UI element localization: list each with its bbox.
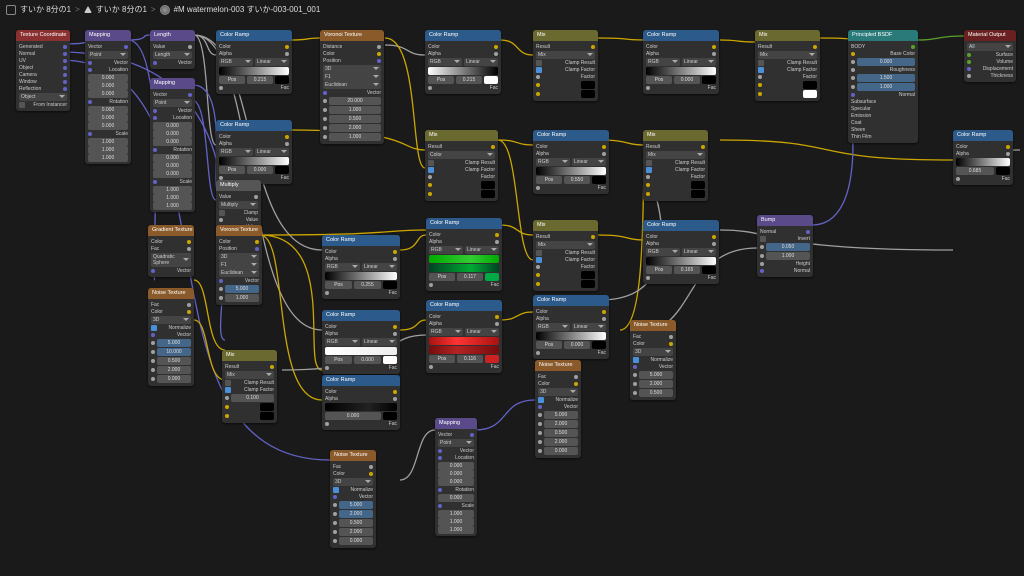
material-icon	[160, 5, 170, 15]
interp-dropdown[interactable]: RGB	[219, 58, 253, 66]
node-color-ramp-6[interactable]: Color Ramp Color Alpha 0.685 Fac	[953, 130, 1013, 185]
node-noise-texture-4[interactable]: Noise Texture Fac Color 3D Normalize Vec…	[630, 320, 676, 400]
node-mix-2[interactable]: Mix Result Mix Clamp Result Clamp Factor…	[755, 30, 820, 101]
node-color-ramp-10[interactable]: Color Ramp Color Alpha RGBLinear Pos0.00…	[533, 295, 609, 359]
loc-y[interactable]: 0.000	[88, 82, 128, 90]
loc-z[interactable]: 0.000	[88, 90, 128, 98]
chevron-icon: >	[151, 5, 156, 14]
node-vector-length[interactable]: Length Value Length Vector	[150, 30, 195, 69]
node-color-ramp-dark[interactable]: Color Ramp Color Alpha 0.000 Fac	[322, 375, 400, 430]
node-header[interactable]: Length	[150, 30, 195, 41]
type-dropdown[interactable]: Point	[88, 51, 128, 59]
out-reflection: Reflection	[19, 86, 41, 92]
from-instancer-check[interactable]	[19, 102, 25, 108]
loc-x[interactable]: 0.000	[88, 74, 128, 82]
metallic-field[interactable]: 0.000	[857, 58, 915, 66]
node-color-ramp-9[interactable]: Color Ramp Color Alpha RGBLinear Pos0.00…	[322, 310, 400, 374]
node-color-ramp-5[interactable]: Color Ramp Color Alpha RGBLinear Pos0.55…	[533, 130, 609, 194]
out-uv: UV	[19, 58, 26, 64]
strength-field[interactable]: 0.050	[766, 243, 810, 251]
node-color-ramp-7[interactable]: Color Ramp Color Alpha RGBLinear Pos0.25…	[322, 235, 400, 299]
node-noise-texture-3[interactable]: Noise Texture Fac Color 3D Normalize Vec…	[330, 450, 376, 548]
node-bump[interactable]: Bump Normal Invert 0.050 1.000 Height No…	[757, 215, 813, 277]
node-mix-1[interactable]: Mix Result Mix Clamp Result Clamp Factor…	[533, 30, 598, 101]
node-gradient-texture[interactable]: Gradient Texture Color Fac Quadratic Sph…	[148, 225, 194, 277]
color-swatch[interactable]	[275, 76, 289, 84]
node-principled-bsdf[interactable]: Principled BSDF BODY Base Color 0.000 Ro…	[848, 30, 918, 143]
node-color-ramp-1[interactable]: Color Ramp Color Alpha RGBLinear Pos0.21…	[216, 30, 292, 94]
out-camera: Camera	[19, 72, 37, 78]
out-normal: Normal	[19, 51, 35, 57]
out-window: Window	[19, 79, 37, 85]
node-header[interactable]: Mapping	[85, 30, 131, 41]
node-noise-texture-2[interactable]: Noise Texture Fac Color 3D Normalize Vec…	[535, 360, 581, 458]
node-material-output[interactable]: Material Output All Surface Volume Displ…	[964, 30, 1016, 82]
node-mix-6[interactable]: Mix Result Mix Clamp Result Clamp Factor…	[533, 220, 598, 291]
ior-field[interactable]: 1.500	[857, 74, 915, 82]
node-texture-coordinate[interactable]: Texture Coordinate Generated Normal UV O…	[16, 30, 70, 111]
scale-field[interactable]: 20.000	[329, 97, 381, 105]
node-color-ramp-4[interactable]: Color Ramp Color Alpha RGBLinear Pos0.00…	[643, 30, 719, 94]
breadcrumb-material[interactable]: #M watermelon-003 すいか-003-001_001	[174, 4, 321, 15]
breadcrumb-mesh[interactable]: すいか 8分の1	[96, 4, 147, 15]
object-dropdown[interactable]: Object	[19, 93, 67, 101]
object-icon	[6, 5, 16, 15]
node-header[interactable]: Texture Coordinate	[16, 30, 70, 41]
color-ramp-gradient[interactable]	[219, 67, 289, 75]
node-voronoi-2[interactable]: Voronoi Texture Color Position 3D F1 Euc…	[216, 225, 262, 305]
out-object: Object	[19, 65, 33, 71]
node-color-ramp-green[interactable]: Color Ramp Color Alpha RGBLinear Pos0.11…	[426, 218, 502, 291]
node-mapping-3[interactable]: Mapping Vector Point Vector Location 0.0…	[435, 418, 477, 536]
node-color-ramp-2[interactable]: Color Ramp Color Alpha RGBLinear Pos0.00…	[216, 120, 292, 184]
node-color-ramp-8[interactable]: Color Ramp Color Alpha RGBLinear Pos0.16…	[643, 220, 719, 284]
node-mix-4[interactable]: Mix Result Mix Clamp Result Clamp Factor…	[643, 130, 708, 201]
op-dropdown[interactable]: Length	[153, 51, 192, 59]
chevron-icon: >	[75, 5, 80, 14]
node-mix-3[interactable]: Mix Result Color Clamp Result Clamp Fact…	[425, 130, 498, 201]
out-vector: Vector	[88, 44, 102, 50]
node-voronoi-texture[interactable]: Voronoi Texture Distance Color Position …	[320, 30, 384, 144]
node-mapping-2[interactable]: Mapping Vector Point Vector Location 0.0…	[150, 78, 195, 212]
node-mix-5[interactable]: Mix Result Mix Clamp Result Clamp Factor…	[222, 350, 277, 423]
node-mapping[interactable]: Mapping Vector Point Vector Location 0.0…	[85, 30, 131, 164]
dim-dropdown[interactable]: 3D	[323, 65, 381, 73]
node-header[interactable]: Color Ramp	[216, 30, 292, 41]
node-header[interactable]: Mapping	[150, 78, 195, 89]
breadcrumb-object[interactable]: すいか 8分の1	[20, 4, 71, 15]
node-color-ramp-3[interactable]: Color Ramp Color Alpha RGBLinear Pos0.21…	[425, 30, 501, 94]
node-color-ramp-red[interactable]: Color Ramp Color Alpha RGBLinear Pos0.11…	[426, 300, 502, 373]
node-header[interactable]: Voronoi Texture	[320, 30, 384, 41]
breadcrumb[interactable]: すいか 8分の1 > すいか 8分の1 > #M watermelon-003 …	[6, 4, 320, 15]
out-generated: Generated	[19, 44, 43, 50]
mesh-icon	[84, 6, 92, 13]
node-noise-texture-1[interactable]: Noise Texture Fac Color 3D Normalize Vec…	[148, 288, 194, 386]
